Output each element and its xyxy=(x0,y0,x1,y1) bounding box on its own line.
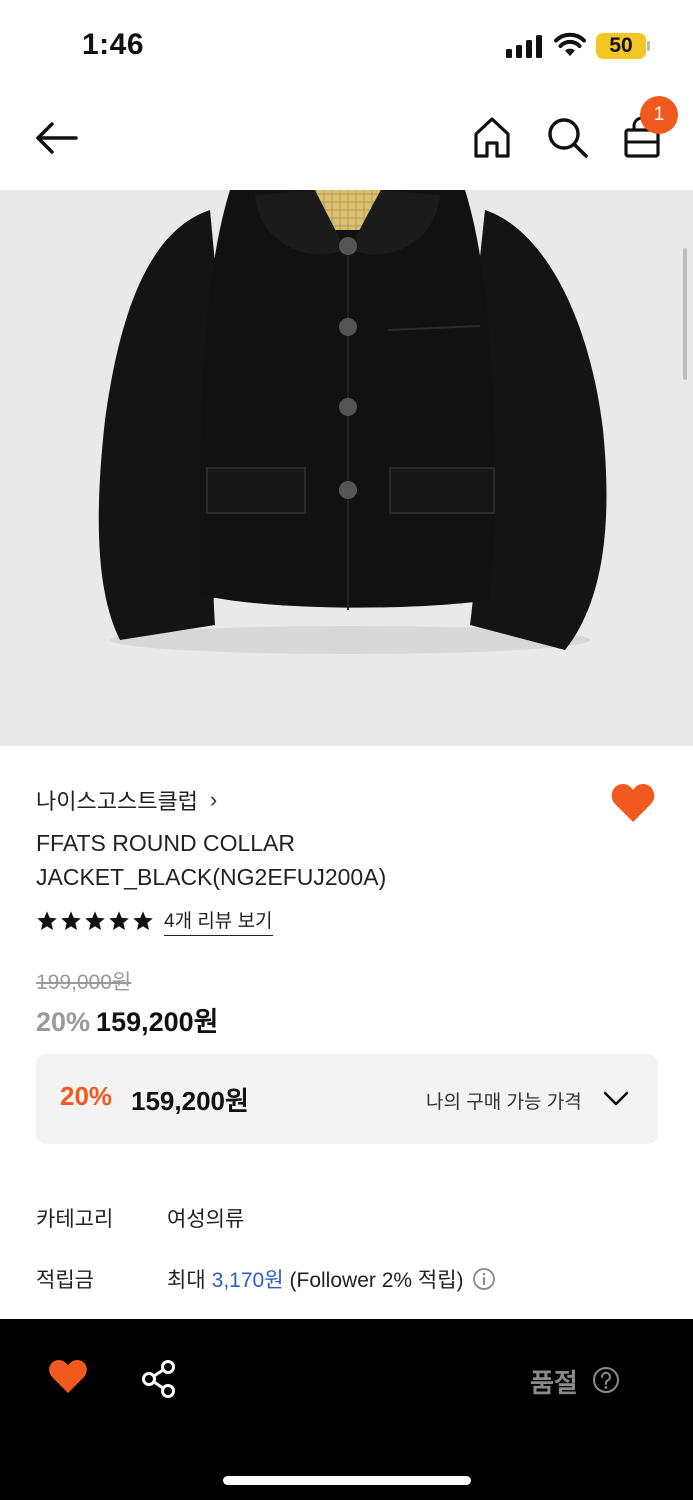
points-prefix: 최대 xyxy=(167,1269,206,1292)
share-icon[interactable] xyxy=(140,1359,178,1399)
star-icon xyxy=(37,911,57,930)
home-indicator[interactable] xyxy=(223,1476,471,1485)
jacket-image xyxy=(98,190,607,654)
star-rating xyxy=(36,910,154,932)
rating-row: 4개 리뷰 보기 xyxy=(36,906,273,936)
my-price: 159,200원 xyxy=(131,1086,249,1116)
sale-price: 159,200원 xyxy=(96,1007,219,1037)
brand-link[interactable]: 나이스고스트클럽 › xyxy=(36,784,217,816)
my-price-dropdown[interactable]: 20% 159,200원 나의 구매 가능 가격 xyxy=(36,1054,658,1144)
arrow-left-icon[interactable] xyxy=(32,116,80,160)
product-image[interactable] xyxy=(0,190,693,746)
heart-icon[interactable] xyxy=(610,782,656,824)
points-amount: 3,170원 xyxy=(211,1269,284,1292)
points-row: 적립금 최대 3,170원 (Follower 2% 적립) xyxy=(36,1264,496,1294)
product-name: FFATS ROUND COLLAR JACKET_BLACK(NG2EFUJ2… xyxy=(36,830,387,890)
points-value: 최대 3,170원 (Follower 2% 적립) xyxy=(167,1264,496,1294)
search-icon[interactable] xyxy=(544,114,590,160)
signal-icon xyxy=(506,34,544,58)
category-value: 여성의류 xyxy=(167,1208,245,1231)
home-icon[interactable] xyxy=(470,114,514,160)
bottom-action-bar: 품절 xyxy=(0,1319,693,1500)
review-link[interactable]: 4개 리뷰 보기 xyxy=(164,906,273,936)
battery-cap xyxy=(647,41,650,51)
price-row: 20% 159,200원 xyxy=(36,1000,219,1039)
points-suffix: (Follower 2% 적립) xyxy=(289,1269,464,1292)
points-label: 적립금 xyxy=(36,1269,94,1292)
scrollbar[interactable] xyxy=(683,248,687,380)
soldout-label: 품절 xyxy=(530,1368,578,1398)
star-icon xyxy=(85,911,105,930)
heart-icon[interactable] xyxy=(48,1359,88,1395)
info-icon[interactable] xyxy=(472,1267,496,1291)
status-time: 1:46 xyxy=(82,28,145,61)
category-label: 카테고리 xyxy=(36,1208,114,1231)
my-price-label: 나의 구매 가능 가격 xyxy=(426,1092,582,1113)
chevron-down-icon xyxy=(603,1091,629,1106)
chevron-right-icon: › xyxy=(209,787,218,812)
category-row: 카테고리 여성의류 xyxy=(36,1203,244,1233)
my-discount-rate: 20% xyxy=(60,1081,113,1111)
original-price: 199,000원 xyxy=(36,971,132,994)
star-icon xyxy=(61,911,81,930)
battery-indicator: 50 xyxy=(596,33,646,59)
cart-count-badge: 1 xyxy=(640,96,678,134)
star-icon xyxy=(133,911,153,930)
top-nav-bar xyxy=(0,90,693,190)
status-bar: 1:46 50 xyxy=(0,0,693,90)
question-circle-icon[interactable] xyxy=(592,1366,620,1394)
star-icon xyxy=(109,911,129,930)
discount-rate: 20% xyxy=(36,1007,91,1037)
brand-name: 나이스고스트클럽 xyxy=(36,789,198,814)
wifi-icon xyxy=(554,32,586,56)
